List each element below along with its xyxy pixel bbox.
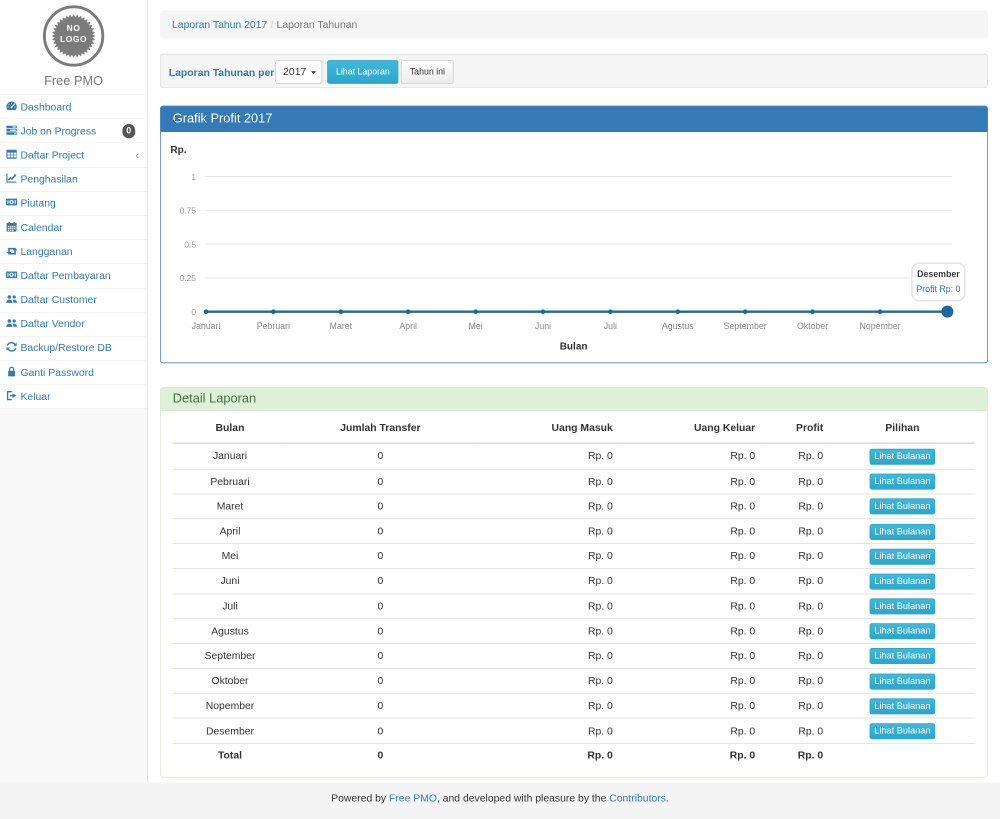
svg-text:NO: NO — [67, 23, 81, 33]
svg-text:Rp.: Rp. — [170, 144, 186, 155]
svg-text:0.75: 0.75 — [180, 205, 197, 215]
svg-text:Agustus: Agustus — [662, 320, 694, 330]
svg-text:Mei: Mei — [469, 320, 483, 330]
svg-text:Maret: Maret — [330, 320, 353, 330]
svg-text:Juli: Juli — [604, 320, 617, 330]
svg-text:September: September — [724, 320, 767, 330]
svg-text:0: 0 — [191, 306, 196, 316]
svg-text:April: April — [399, 320, 417, 330]
svg-text:1: 1 — [191, 171, 196, 181]
svg-text:Januari: Januari — [192, 320, 221, 330]
svg-text:Bulan: Bulan — [560, 341, 588, 352]
svg-text:Oktober: Oktober — [797, 320, 828, 330]
svg-text:0.5: 0.5 — [184, 239, 196, 249]
svg-text:0.25: 0.25 — [180, 273, 197, 283]
svg-text:LOGO: LOGO — [60, 34, 87, 44]
svg-text:Nopember: Nopember — [859, 320, 900, 330]
svg-text:Pebruari: Pebruari — [257, 320, 290, 330]
svg-text:Juni: Juni — [535, 320, 551, 330]
